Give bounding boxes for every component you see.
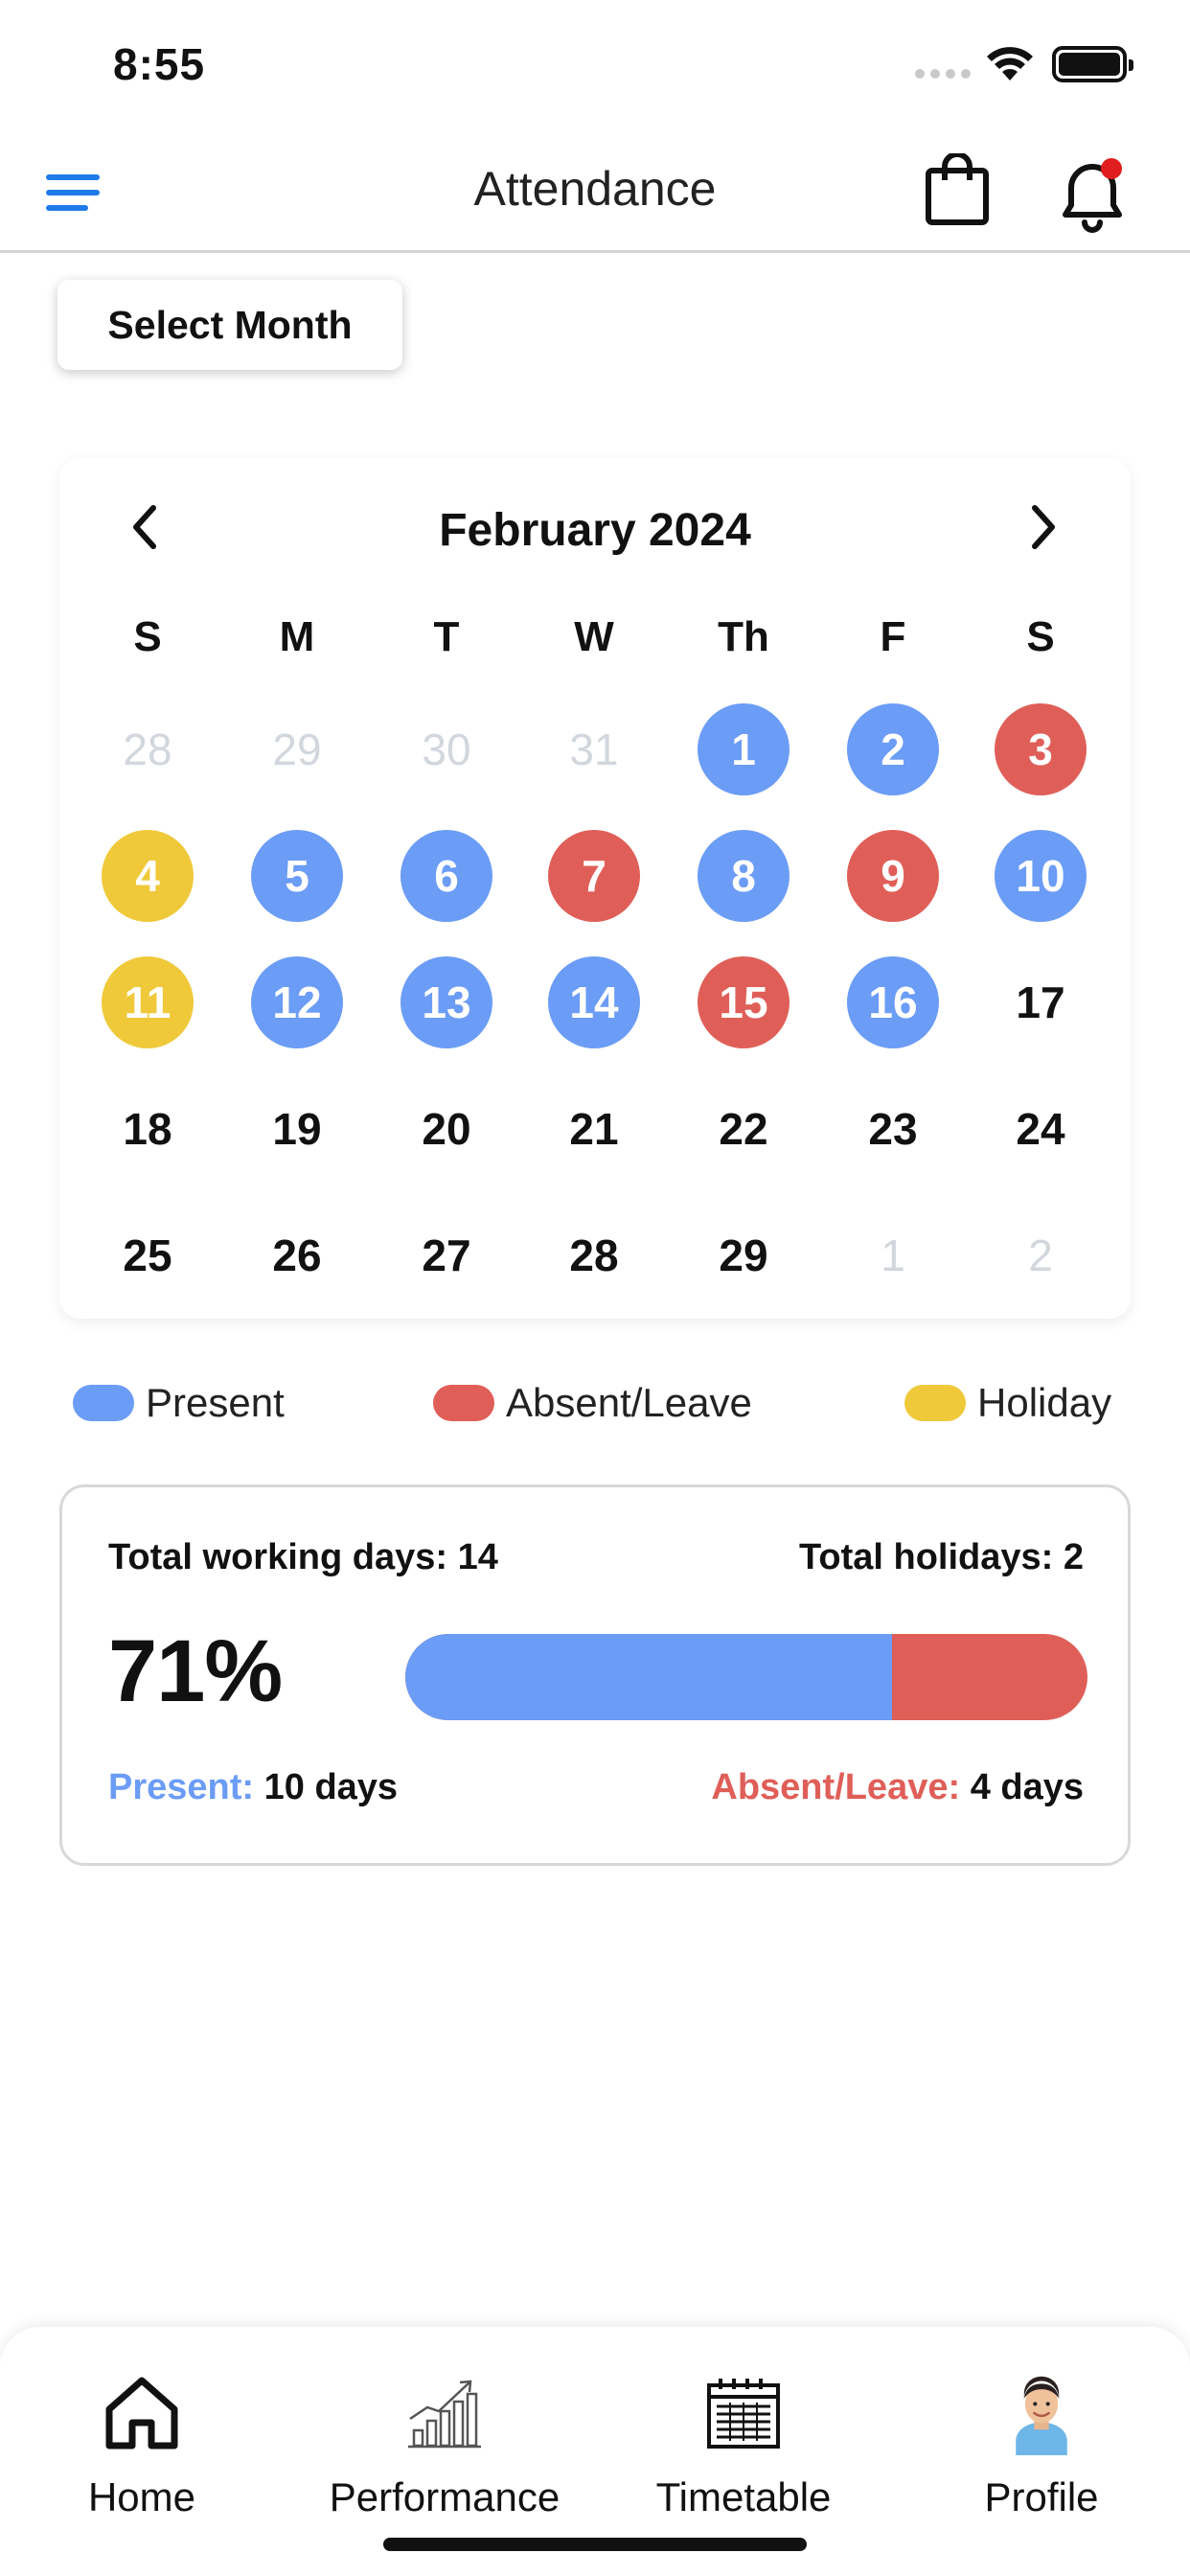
nav-profile[interactable]: Profile xyxy=(898,2365,1185,2520)
calendar-day-normal[interactable]: 23 xyxy=(847,1083,939,1175)
weekday-label: S xyxy=(133,613,162,660)
calendar-day-present[interactable]: 8 xyxy=(698,830,790,922)
calendar-day-normal[interactable]: 28 xyxy=(548,1209,640,1301)
weekday-label: M xyxy=(279,613,315,660)
select-month-button[interactable]: Select Month xyxy=(57,280,402,370)
calendar-card: February 2024 S M T W Th F S 28 29 30 31 1 2 3 4 5 6 7 8 9 1… xyxy=(59,458,1131,1319)
absent-summary: Absent/Leave: 4 days xyxy=(711,1767,1084,1808)
calendar-day-muted[interactable]: 29 xyxy=(251,703,343,795)
calendar-day-present[interactable]: 5 xyxy=(251,830,343,922)
calendar-day-present[interactable]: 12 xyxy=(251,956,343,1048)
cellular-signal-icon xyxy=(915,69,971,79)
shopping-bag-icon[interactable] xyxy=(924,153,991,226)
weekday-label: F xyxy=(880,613,906,660)
legend-swatch-holiday xyxy=(904,1385,966,1421)
status-time: 8:55 xyxy=(113,39,206,89)
calendar-day-present[interactable]: 13 xyxy=(400,956,492,1048)
weekday-label: Th xyxy=(718,613,769,660)
calendar-day-normal[interactable]: 25 xyxy=(102,1209,194,1301)
battery-icon xyxy=(1052,46,1133,82)
absent-summary-label: Absent/Leave: xyxy=(711,1767,961,1807)
growth-chart-icon xyxy=(408,2380,481,2449)
nav-performance[interactable]: Performance xyxy=(301,2365,588,2520)
nav-timetable-label: Timetable xyxy=(655,2474,832,2519)
nav-timetable[interactable]: Timetable xyxy=(600,2365,887,2520)
status-bar: 8:55 xyxy=(0,0,1190,125)
calendar-day-normal[interactable]: 22 xyxy=(698,1083,790,1175)
legend-swatch-present xyxy=(73,1385,134,1421)
calendar-day-absent[interactable]: 3 xyxy=(995,703,1087,795)
attendance-progress-bar xyxy=(405,1634,1087,1720)
legend-label-absent: Absent/Leave xyxy=(506,1380,752,1425)
calendar-day-present[interactable]: 14 xyxy=(548,956,640,1048)
wifi-icon xyxy=(987,47,1033,80)
legend-absent: Absent/Leave xyxy=(433,1380,752,1426)
calendar-day-present[interactable]: 16 xyxy=(847,956,939,1048)
chevron-right-icon[interactable] xyxy=(1023,500,1062,554)
calendar-day-muted[interactable]: 1 xyxy=(847,1209,939,1301)
calendar-day-present[interactable]: 6 xyxy=(400,830,492,922)
app-header: Attendance xyxy=(0,134,1190,253)
calendar-grid-icon xyxy=(707,2379,780,2449)
legend-label-present: Present xyxy=(146,1380,285,1425)
calendar-day-normal[interactable]: 26 xyxy=(251,1209,343,1301)
weekday-label: W xyxy=(574,613,614,660)
attendance-progress-fill xyxy=(405,1634,893,1720)
attendance-summary-card: Total working days: 14 Total holidays: 2… xyxy=(59,1484,1131,1866)
calendar-day-absent[interactable]: 7 xyxy=(548,830,640,922)
weekday-label: T xyxy=(433,613,460,660)
nav-profile-label: Profile xyxy=(984,2474,1099,2519)
weekday-label: S xyxy=(1026,613,1055,660)
calendar-day-holiday[interactable]: 11 xyxy=(102,956,194,1048)
calendar-day-normal[interactable]: 17 xyxy=(995,956,1087,1048)
calendar-day-present[interactable]: 10 xyxy=(995,830,1087,922)
calendar-day-present[interactable]: 1 xyxy=(698,703,790,795)
nav-performance-label: Performance xyxy=(329,2474,561,2519)
legend-swatch-absent xyxy=(433,1385,494,1421)
legend-label-holiday: Holiday xyxy=(977,1380,1112,1425)
legend-present: Present xyxy=(73,1380,285,1426)
calendar-month-title: February 2024 xyxy=(439,505,751,556)
legend-holiday: Holiday xyxy=(904,1380,1111,1426)
home-indicator xyxy=(383,2538,807,2551)
calendar-day-normal[interactable]: 24 xyxy=(995,1083,1087,1175)
calendar-day-normal[interactable]: 29 xyxy=(698,1209,790,1301)
total-working-days: Total working days: 14 xyxy=(108,1537,498,1577)
attendance-percent: 71% xyxy=(108,1622,283,1720)
legend: Present Absent/Leave Holiday xyxy=(0,1380,1190,1426)
nav-home-label: Home xyxy=(87,2474,196,2519)
calendar-day-muted[interactable]: 2 xyxy=(995,1209,1087,1301)
calendar-day-normal[interactable]: 19 xyxy=(251,1083,343,1175)
calendar-day-muted[interactable]: 28 xyxy=(102,703,194,795)
calendar-day-muted[interactable]: 31 xyxy=(548,703,640,795)
calendar-day-normal[interactable]: 21 xyxy=(548,1083,640,1175)
calendar-day-absent[interactable]: 9 xyxy=(847,830,939,922)
calendar-day-normal[interactable]: 20 xyxy=(400,1083,492,1175)
present-summary-value: 10 days xyxy=(263,1767,399,1807)
nav-home[interactable]: Home xyxy=(0,2365,286,2520)
present-summary: Present: 10 days xyxy=(108,1767,398,1808)
calendar-day-present[interactable]: 2 xyxy=(847,703,939,795)
present-summary-label: Present: xyxy=(108,1767,255,1807)
home-icon xyxy=(105,2377,178,2450)
absent-summary-value: 4 days xyxy=(970,1767,1084,1807)
notification-dot xyxy=(1101,158,1122,179)
calendar-day-normal[interactable]: 18 xyxy=(102,1083,194,1175)
calendar-day-normal[interactable]: 27 xyxy=(400,1209,492,1301)
calendar-day-holiday[interactable]: 4 xyxy=(102,830,194,922)
bell-icon[interactable] xyxy=(1054,155,1134,238)
calendar-day-absent[interactable]: 15 xyxy=(698,956,790,1048)
calendar-day-muted[interactable]: 30 xyxy=(400,703,492,795)
page-title: Attendance xyxy=(473,162,717,216)
avatar xyxy=(1016,2376,1067,2455)
total-holidays: Total holidays: 2 xyxy=(798,1537,1084,1577)
